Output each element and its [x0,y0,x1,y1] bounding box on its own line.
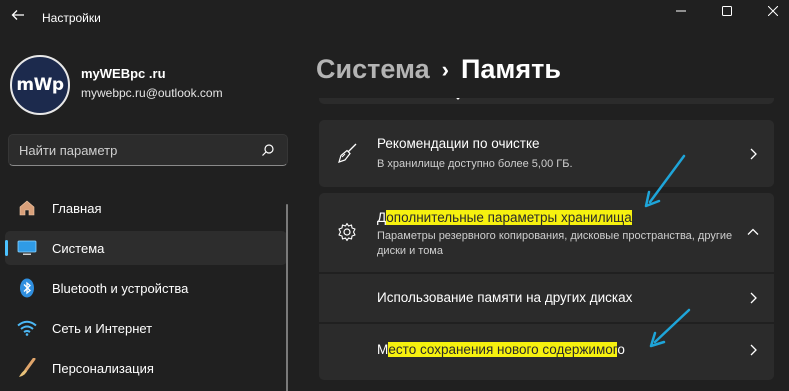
sidebar-item-label: Главная [52,201,102,216]
sidebar-item-home[interactable]: Главная [5,191,287,225]
gear-icon [336,221,358,243]
cleanup-recommendations-card[interactable]: Рекомендации по очистке В хранилище дост… [319,120,774,187]
close-icon [768,6,778,16]
sidebar-item-label: Система [52,241,105,256]
back-arrow-icon [11,10,24,20]
avatar[interactable]: mWp [10,55,70,115]
card-title-highlight: ополнительные параметры хранилища [386,210,632,225]
bluetooth-icon [17,278,37,298]
sidebar-item-personalization[interactable]: Персонализация [5,351,287,385]
chevron-right-icon [750,148,757,160]
card-title: Место сохранения нового содержимого [377,342,625,357]
title-bar: Настройки [0,0,789,36]
annotation-arrow-icon [649,308,691,348]
search-input[interactable]: Найти параметр [19,143,117,158]
card-title: Использование памяти на других дисках [377,290,633,305]
card-title-highlight: есто сохранения нового содержимог [388,342,618,357]
card-title-first: Д [377,210,387,225]
chevron-right-icon [750,292,757,304]
brush-icon [17,358,37,377]
main-content: Рекомендации по очистке В хранилище дост… [319,98,774,391]
card-title: Рекомендации по очистке [377,136,540,151]
sidebar-item-label: Bluetooth и устройства [52,281,189,296]
breadcrumb-separator: › [441,56,449,82]
chevron-right-icon [750,344,757,356]
search-icon [262,144,274,156]
monitor-icon [17,239,37,257]
search-box[interactable]: Найти параметр [8,134,288,166]
user-name: myWEBpc .ru [81,66,166,81]
annotation-arrow-icon [644,154,686,208]
maximize-icon [722,6,732,16]
partial-card-top[interactable] [319,98,774,104]
chevron-up-icon [747,228,759,235]
breadcrumb: Система › Память [316,54,561,85]
home-icon [17,199,37,217]
maximize-button[interactable] [704,0,750,22]
minimize-icon [676,10,686,12]
card-title-last: о [617,342,625,357]
other-disks-usage-item[interactable]: Использование памяти на других дисках [319,274,774,322]
card-title-first: М [377,342,389,357]
broom-icon [336,142,358,164]
sidebar-item-label: Персонализация [52,361,154,376]
sidebar-item-system[interactable]: Система [5,231,287,265]
page-title: Память [460,54,561,84]
avatar-text: mWp [16,75,64,95]
back-button[interactable] [8,8,28,28]
sidebar: mWp myWEBpc .ru mywebpc.ru@outlook.com Н… [0,36,300,391]
close-button[interactable] [750,0,789,22]
app-title: Настройки [42,11,101,25]
save-location-item[interactable]: Место сохранения нового содержимого [319,324,774,380]
wifi-icon [17,319,37,337]
chevron-up-icon [456,98,460,100]
card-subtitle: Параметры резервного копирования, дисков… [377,230,733,257]
sidebar-scrollbar[interactable] [286,204,288,391]
active-indicator [5,240,8,256]
sidebar-item-bluetooth[interactable]: Bluetooth и устройства [5,271,287,305]
breadcrumb-parent[interactable]: Система [316,54,430,85]
card-title: Дополнительные параметры хранилища [377,210,632,225]
user-email: mywebpc.ru@outlook.com [81,86,223,100]
advanced-storage-card[interactable]: Дополнительные параметры хранилища Парам… [319,193,774,272]
minimize-button[interactable] [658,0,704,22]
sidebar-item-network[interactable]: Сеть и Интернет [5,311,287,345]
sidebar-item-label: Сеть и Интернет [52,321,153,336]
